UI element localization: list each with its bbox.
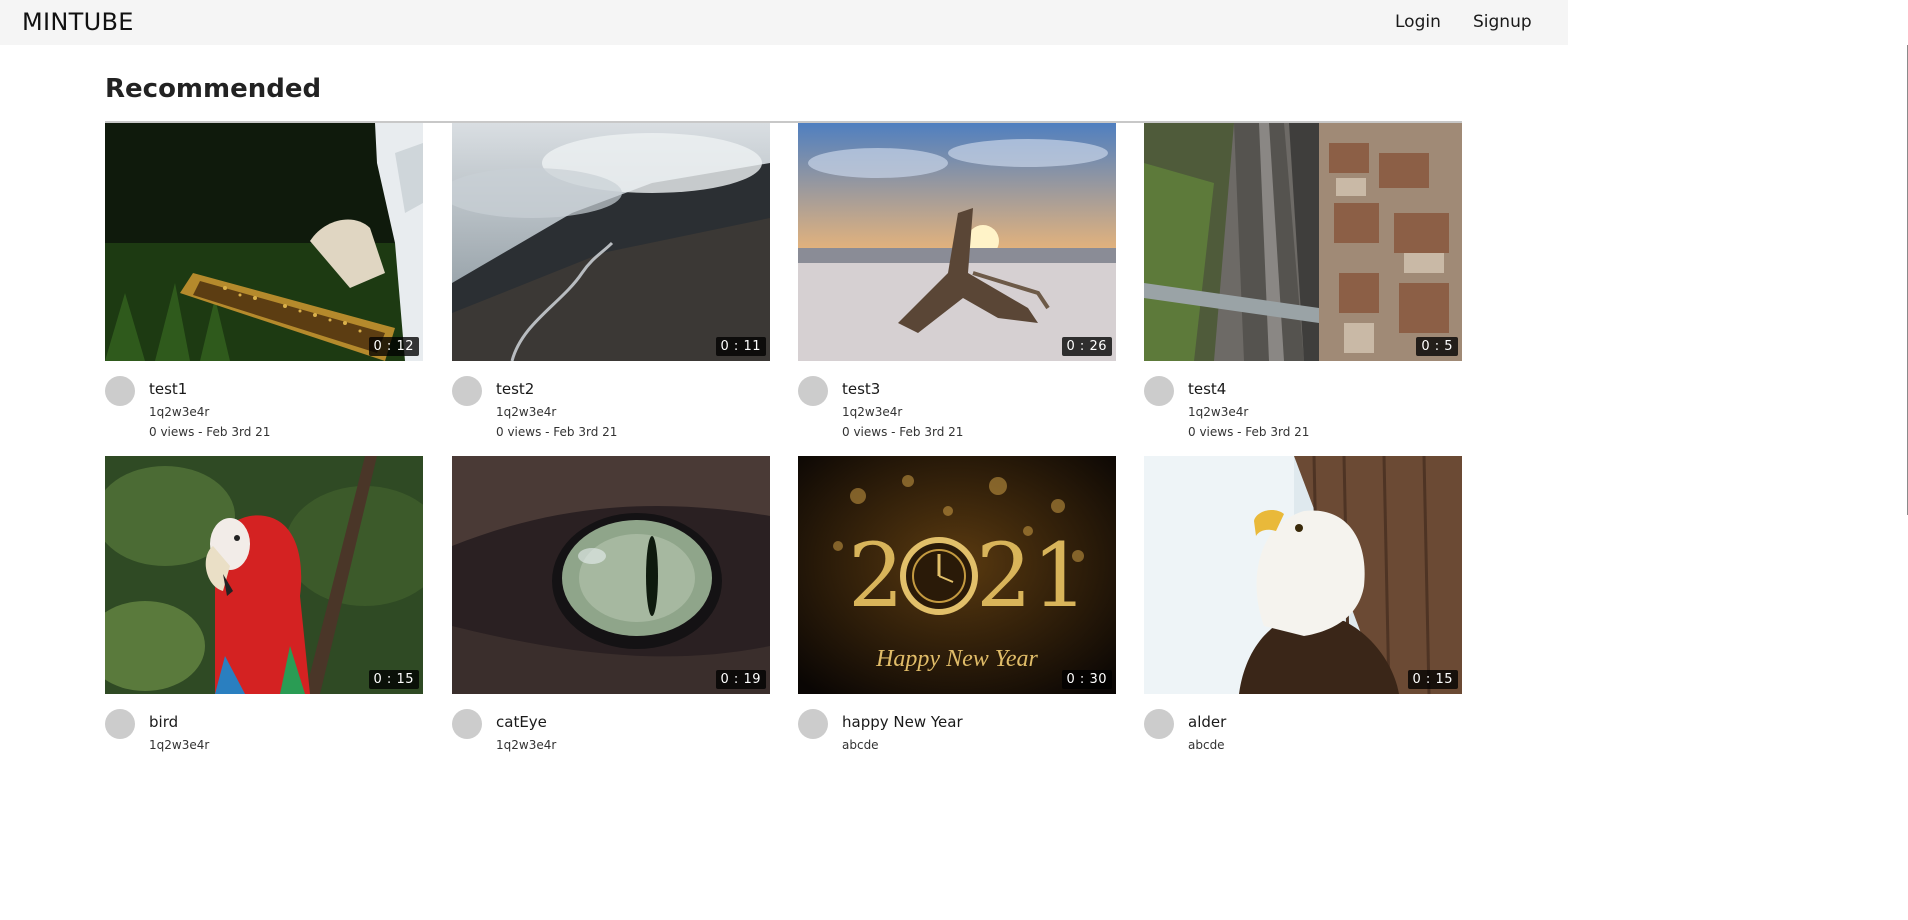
beach-sunset-thumbnail-image [798, 123, 1116, 361]
top-navigation-bar: MINTUBE Login Signup [0, 0, 1568, 45]
video-card[interactable]: 0 : 19 catEye 1q2w3e4r [452, 456, 770, 776]
channel-name[interactable]: 1q2w3e4r [149, 738, 209, 752]
video-title[interactable]: test2 [496, 380, 534, 398]
video-thumbnail[interactable]: 0 : 5 [1144, 123, 1462, 361]
channel-avatar[interactable] [1144, 376, 1174, 406]
section-title: Recommended [105, 74, 322, 104]
video-thumbnail[interactable]: 0 : 12 [105, 123, 423, 361]
video-title[interactable]: bird [149, 713, 178, 731]
video-thumbnail[interactable]: 0 : 15 [1144, 456, 1462, 694]
video-card[interactable]: 0 : 15 alder abcde [1144, 456, 1462, 776]
signup-link[interactable]: Signup [1473, 12, 1532, 32]
happy-new-year-text: Happy New Year [875, 646, 1038, 672]
video-meta: 0 views - Feb 3rd 21 [496, 425, 618, 439]
channel-name[interactable]: 1q2w3e4r [842, 405, 902, 419]
mountain-road-thumbnail-image [452, 123, 770, 361]
video-duration-badge: 0 : 15 [1407, 670, 1458, 689]
video-title[interactable]: test4 [1188, 380, 1226, 398]
video-thumbnail[interactable]: 0 : 19 [452, 456, 770, 694]
channel-name[interactable]: abcde [842, 738, 879, 752]
city-aerial-thumbnail-image [1144, 123, 1462, 361]
video-duration-badge: 0 : 26 [1061, 337, 1112, 356]
video-thumbnail[interactable]: 2 21 Happy New Year 0 : 30 [798, 456, 1116, 694]
video-card[interactable]: 0 : 5 test4 1q2w3e4r 0 views - Feb 3rd 2… [1144, 123, 1462, 443]
video-card[interactable]: 0 : 15 bird 1q2w3e4r [105, 456, 423, 776]
video-title[interactable]: happy New Year [842, 713, 963, 731]
login-link[interactable]: Login [1395, 12, 1441, 32]
channel-name[interactable]: 1q2w3e4r [1188, 405, 1248, 419]
channel-avatar[interactable] [105, 376, 135, 406]
channel-avatar[interactable] [452, 376, 482, 406]
channel-name[interactable]: 1q2w3e4r [496, 738, 556, 752]
new-year-thumbnail-image: 2 21 Happy New Year [798, 456, 1116, 694]
channel-avatar[interactable] [798, 709, 828, 739]
channel-name[interactable]: 1q2w3e4r [149, 405, 209, 419]
site-logo[interactable]: MINTUBE [22, 8, 134, 36]
video-card[interactable]: 0 : 12 test1 1q2w3e4r 0 views - Feb 3rd … [105, 123, 423, 443]
video-card[interactable]: 0 : 11 test2 1q2w3e4r 0 views - Feb 3rd … [452, 123, 770, 443]
video-thumbnail[interactable]: 0 : 15 [105, 456, 423, 694]
channel-avatar[interactable] [1144, 709, 1174, 739]
channel-avatar[interactable] [452, 709, 482, 739]
video-meta: 0 views - Feb 3rd 21 [1188, 425, 1310, 439]
video-meta: 0 views - Feb 3rd 21 [149, 425, 271, 439]
video-duration-badge: 0 : 15 [368, 670, 419, 689]
video-title[interactable]: test1 [149, 380, 187, 398]
video-duration-badge: 0 : 11 [715, 337, 766, 356]
beekeeper-thumbnail-image [105, 123, 423, 361]
video-card[interactable]: 2 21 Happy New Year 0 : 30 happy New Yea… [798, 456, 1116, 776]
cat-eye-thumbnail-image [452, 456, 770, 694]
video-thumbnail[interactable]: 0 : 26 [798, 123, 1116, 361]
video-duration-badge: 0 : 5 [1416, 337, 1458, 356]
video-duration-badge: 0 : 12 [368, 337, 419, 356]
video-title[interactable]: alder [1188, 713, 1226, 731]
year-digits-right: 21 [976, 524, 1088, 627]
channel-name[interactable]: abcde [1188, 738, 1225, 752]
year-digits-left: 2 [848, 524, 904, 627]
video-title[interactable]: test3 [842, 380, 880, 398]
video-title[interactable]: catEye [496, 713, 547, 731]
parrot-thumbnail-image [105, 456, 423, 694]
channel-avatar[interactable] [798, 376, 828, 406]
video-meta: 0 views - Feb 3rd 21 [842, 425, 964, 439]
video-duration-badge: 0 : 30 [1061, 670, 1112, 689]
video-thumbnail[interactable]: 0 : 11 [452, 123, 770, 361]
channel-name[interactable]: 1q2w3e4r [496, 405, 556, 419]
eagle-thumbnail-image [1144, 456, 1462, 694]
video-card[interactable]: 0 : 26 test3 1q2w3e4r 0 views - Feb 3rd … [798, 123, 1116, 443]
video-duration-badge: 0 : 19 [715, 670, 766, 689]
channel-avatar[interactable] [105, 709, 135, 739]
